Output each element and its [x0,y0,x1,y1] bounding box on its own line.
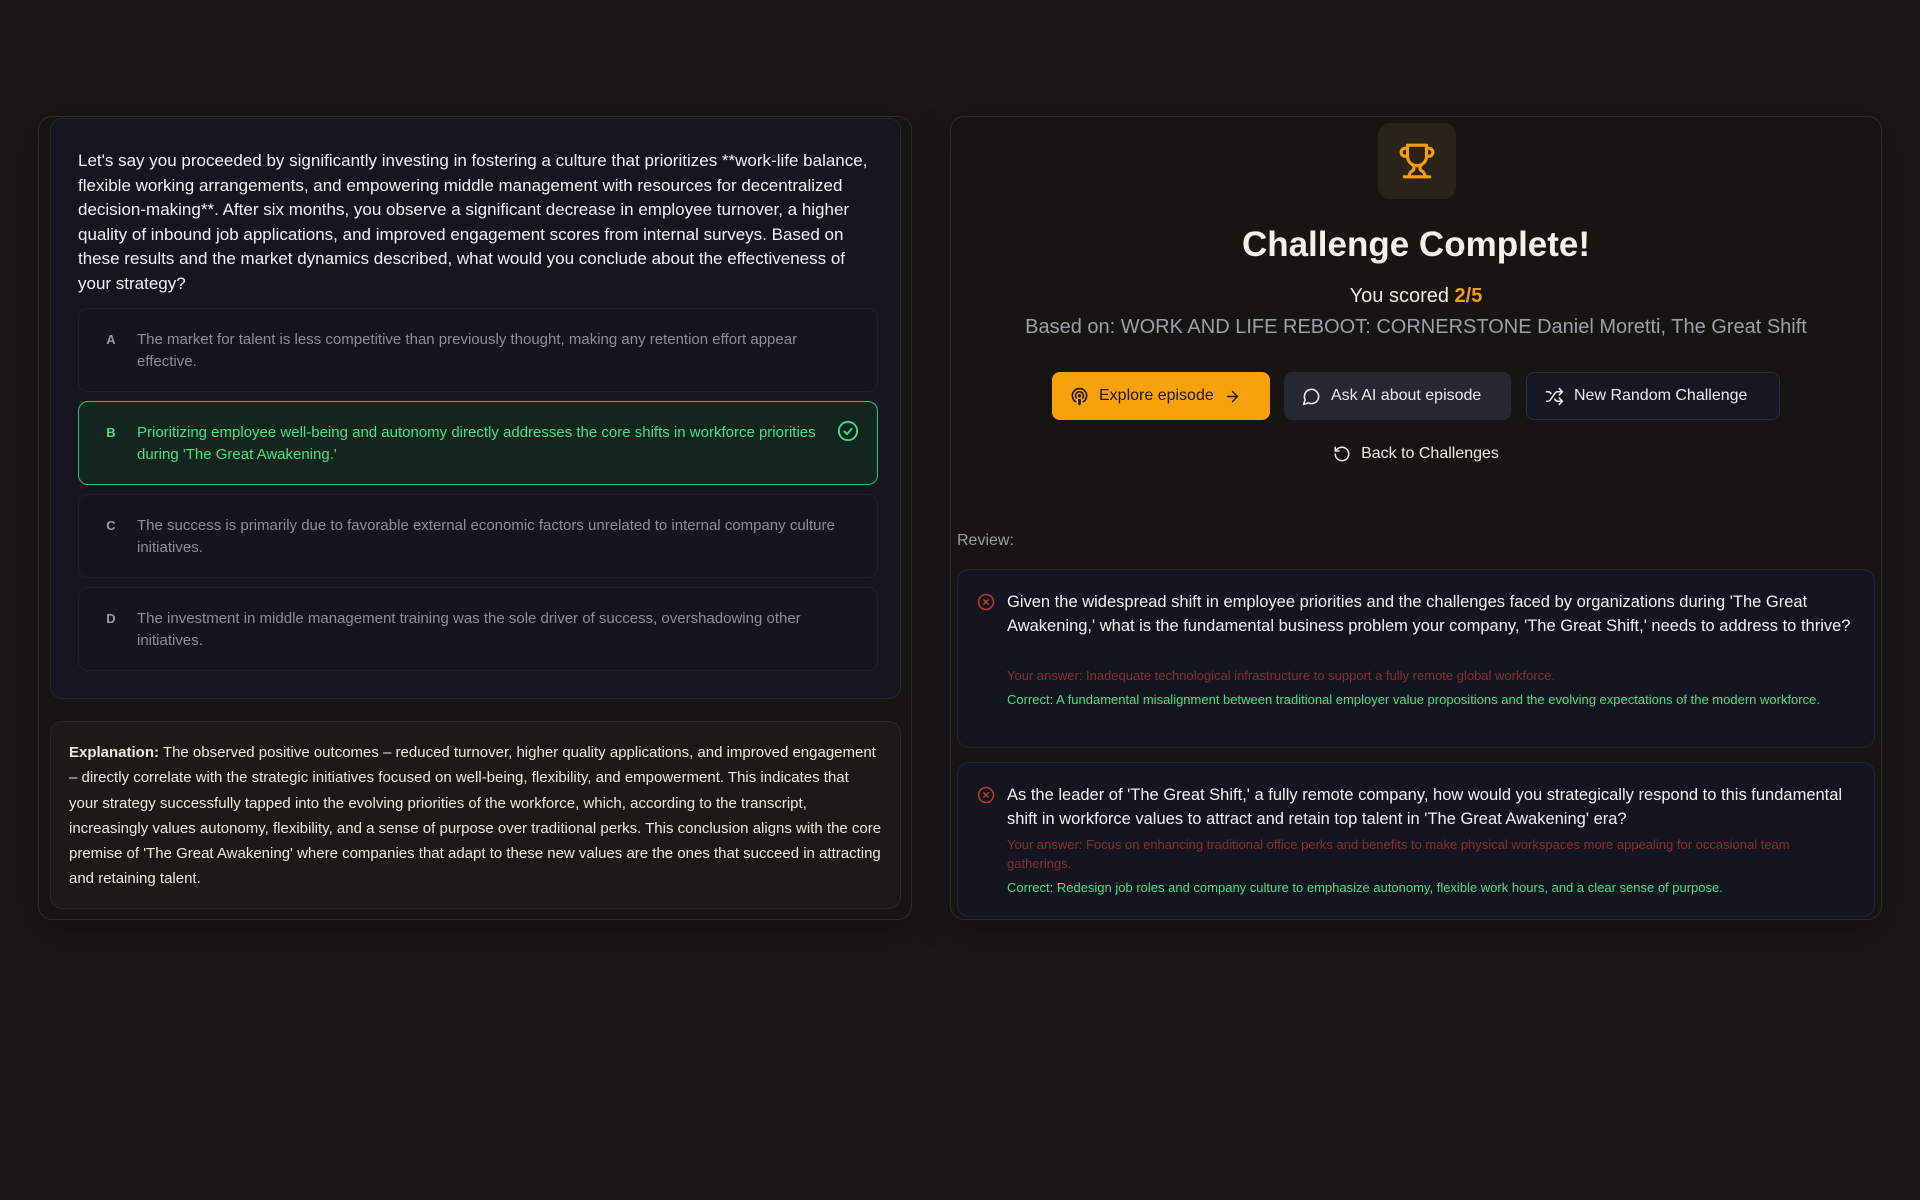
x-circle-icon [977,593,995,611]
question-panel: Let's say you proceeded by significantly… [38,116,912,920]
arrow-right-icon [1226,390,1238,402]
option-b[interactable]: B Prioritizing employee well-being and a… [78,401,878,485]
trophy-badge [1378,123,1456,199]
review-correct-answer: Correct: Redesign job roles and company … [1007,880,1723,895]
option-letter: D [106,610,116,626]
option-d[interactable]: D The investment in middle management tr… [78,587,878,671]
option-c[interactable]: C The success is primarily due to favora… [78,494,878,578]
question-text: Let's say you proceeded by significantly… [78,151,868,293]
option-a[interactable]: A The market for talent is less competit… [78,308,878,392]
review-question: Given the widespread shift in employee p… [1007,593,1851,635]
result-panel: Challenge Complete! You scored 2/5 Based… [950,116,1882,920]
explore-episode-button[interactable]: Explore episode [1052,372,1270,420]
ask-ai-button[interactable]: Ask AI about episode [1284,372,1511,420]
score-value: 2/5 [1454,285,1483,307]
new-random-challenge-button[interactable]: New Random Challenge [1526,372,1780,420]
based-on-text: Based on: WORK AND LIFE REBOOT: CORNERST… [1025,316,1807,338]
explore-episode-label: Explore episode [1099,387,1214,404]
explanation-box: Explanation: The observed positive outco… [50,721,901,909]
review-heading: Review: [957,532,1014,549]
review-your-answer: Your answer: Focus on enhancing traditio… [1007,837,1790,871]
review-item: As the leader of 'The Great Shift,' a fu… [957,762,1875,917]
explanation-text: The observed positive outcomes – reduced… [69,744,882,888]
check-circle-icon [837,420,859,442]
option-text: The success is primarily due to favorabl… [137,517,835,556]
review-item: Given the widespread shift in employee p… [957,569,1875,748]
question-card: Let's say you proceeded by significantly… [50,118,901,699]
score-prefix: You scored [1349,285,1455,307]
review-question: As the leader of 'The Great Shift,' a fu… [1007,786,1843,828]
option-text: The market for talent is less competitiv… [137,331,798,370]
option-text: The investment in middle management trai… [137,610,801,649]
message-circle-icon [1302,388,1320,405]
result-title: Challenge Complete! [1241,225,1591,264]
trophy-icon [1399,143,1435,179]
explanation-label: Explanation: [69,744,160,761]
shuffle-icon [1545,387,1564,405]
x-circle-icon [977,786,995,804]
rotate-ccw-icon [1334,446,1350,462]
option-letter: A [106,331,116,347]
ask-ai-label: Ask AI about episode [1331,387,1482,404]
back-to-challenges-link[interactable]: Back to Challenges [951,445,1881,463]
new-random-challenge-label: New Random Challenge [1574,387,1748,404]
back-to-challenges-label: Back to Challenges [1361,445,1499,462]
review-your-answer: Your answer: Inadequate technological in… [1007,668,1555,683]
score-line: You scored 2/5 [951,285,1881,308]
podcast-icon [1071,387,1088,405]
option-letter: C [106,517,116,533]
option-text: Prioritizing employee well-being and aut… [137,424,816,463]
review-correct-answer: Correct: A fundamental misalignment betw… [1007,692,1820,707]
option-letter: B [106,424,116,440]
